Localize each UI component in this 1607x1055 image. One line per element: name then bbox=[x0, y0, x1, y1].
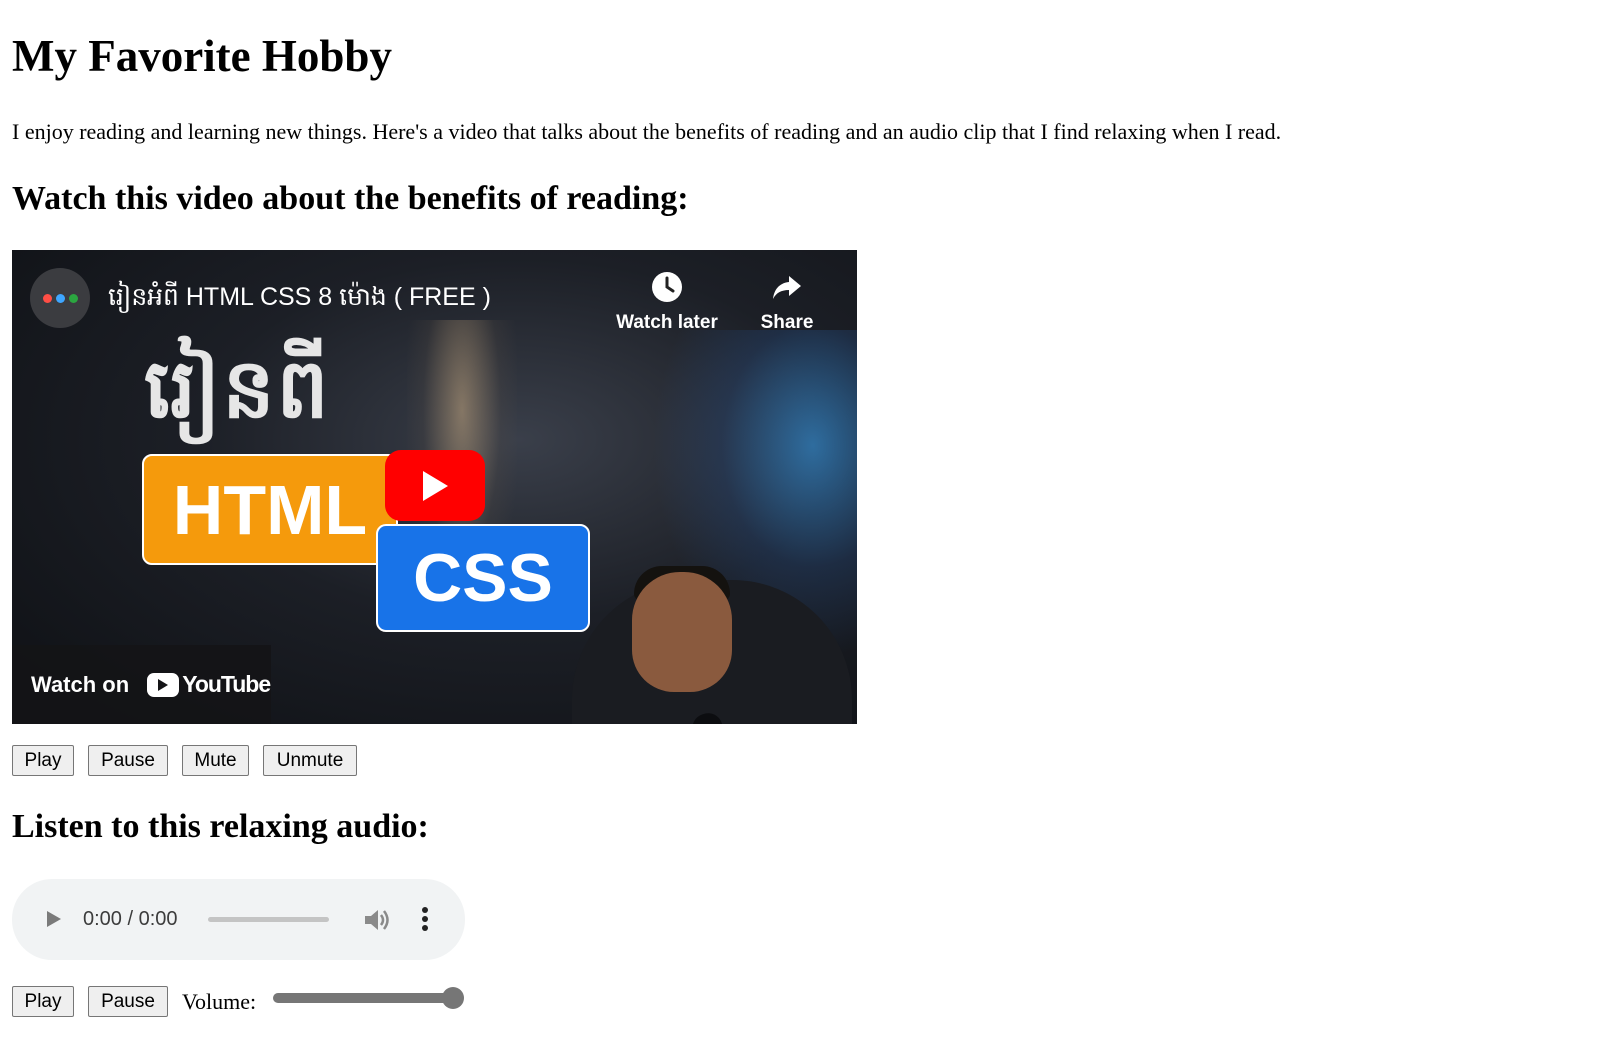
volume-label: Volume: bbox=[182, 989, 257, 1014]
share-button[interactable]: Share bbox=[727, 270, 847, 334]
clock-icon bbox=[652, 272, 682, 302]
channel-dot bbox=[68, 293, 78, 303]
video-unmute-button[interactable]: Unmute bbox=[263, 745, 357, 776]
audio-time-display: 0:00 / 0:00 bbox=[83, 908, 178, 930]
video-play-button[interactable]: Play bbox=[12, 745, 74, 776]
audio-play-button[interactable]: Play bbox=[12, 986, 74, 1017]
audio-more-options-icon[interactable] bbox=[421, 907, 429, 936]
video-heading: Watch this video about the benefits of r… bbox=[12, 180, 689, 217]
audio-progress-track[interactable] bbox=[208, 917, 329, 922]
play-triangle-icon bbox=[423, 470, 448, 501]
youtube-logo-box bbox=[147, 672, 180, 697]
thumbnail-css-badge: CSS bbox=[376, 524, 590, 632]
video-title-link[interactable]: រៀនអំពី HTML CSS 8 ម៉ោង ( FREE ) bbox=[108, 282, 491, 318]
youtube-embed[interactable]: រៀនអំពី HTML CSS 8 ម៉ោង ( FREE ) Watch l… bbox=[12, 250, 857, 724]
video-mute-button[interactable]: Mute bbox=[182, 745, 249, 776]
channel-dot bbox=[42, 293, 52, 303]
video-pause-button[interactable]: Pause bbox=[88, 745, 168, 776]
watch-on-label: Watch on bbox=[31, 671, 130, 697]
watch-later-label: Watch later bbox=[616, 312, 718, 333]
share-arrow-icon bbox=[773, 276, 801, 299]
youtube-logo-icon: YouTube bbox=[147, 671, 271, 698]
audio-player[interactable]: 0:00 / 0:00 bbox=[12, 879, 465, 960]
youtube-wordmark: YouTube bbox=[182, 671, 271, 697]
thumbnail-khmer-text: រៀនពី bbox=[144, 342, 331, 437]
watch-on-youtube-link[interactable]: Watch on YouTube bbox=[12, 645, 271, 724]
channel-avatar-icon[interactable] bbox=[30, 268, 90, 328]
audio-play-icon[interactable] bbox=[46, 910, 62, 933]
audio-pause-button[interactable]: Pause bbox=[88, 986, 168, 1017]
share-label: Share bbox=[760, 312, 814, 333]
volume-slider-fill bbox=[273, 993, 453, 1003]
intro-paragraph: I enjoy reading and learning new things.… bbox=[12, 119, 1282, 144]
channel-dot bbox=[55, 293, 65, 303]
thumbnail-html-badge: HTML bbox=[142, 454, 398, 565]
watch-later-button[interactable]: Watch later bbox=[607, 270, 727, 334]
audio-volume-icon[interactable] bbox=[363, 907, 391, 938]
audio-heading: Listen to this relaxing audio: bbox=[12, 808, 429, 845]
page-title: My Favorite Hobby bbox=[12, 31, 392, 81]
volume-slider-thumb[interactable] bbox=[442, 987, 464, 1009]
youtube-logo-play-icon bbox=[158, 678, 169, 691]
youtube-play-button[interactable] bbox=[385, 450, 485, 521]
thumbnail-presenter-head bbox=[632, 572, 732, 692]
volume-slider[interactable] bbox=[273, 987, 464, 1009]
